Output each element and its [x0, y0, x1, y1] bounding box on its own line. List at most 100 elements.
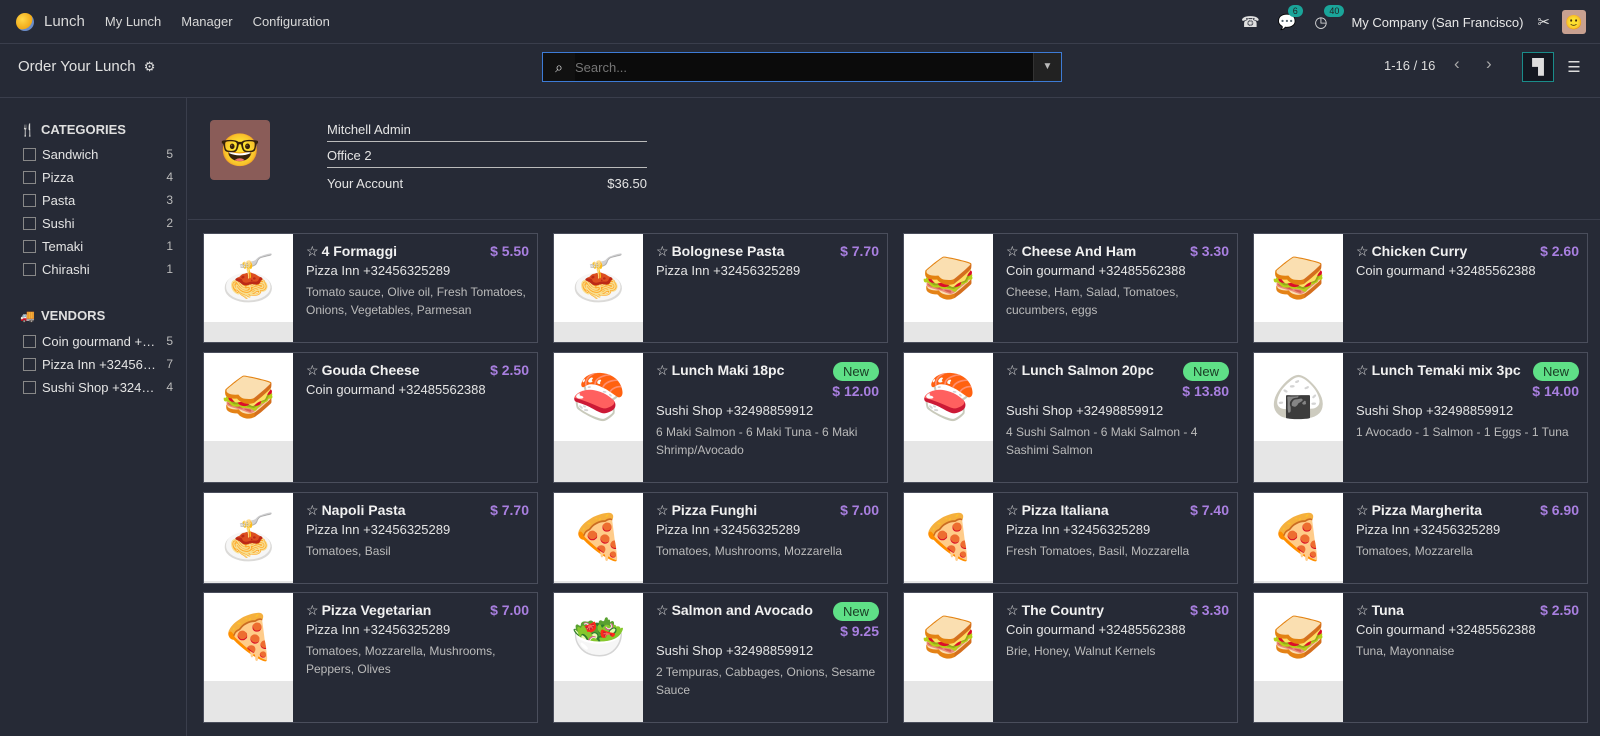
vendors-header: 🚚 VENDORS	[20, 308, 105, 323]
favorite-star-icon[interactable]: ☆	[1006, 502, 1019, 518]
category-filter-item[interactable]: Pizza 4	[23, 167, 173, 187]
checkbox[interactable]	[23, 147, 36, 161]
categories-header: 🍴 CATEGORIES	[20, 122, 126, 137]
company-switcher[interactable]: My Company (San Francisco)	[1351, 15, 1523, 30]
product-card[interactable]: 🍣 ☆ Lunch Salmon 20pc New $ 13.80 Sushi Shop …	[903, 352, 1238, 483]
chat-icon[interactable]: 💬 6	[1278, 5, 1303, 31]
clock-icon[interactable]: ◷ 40	[1314, 5, 1345, 31]
favorite-star-icon[interactable]: ☆	[306, 602, 319, 618]
pager-previous-icon[interactable]: ‹	[1454, 54, 1460, 74]
product-card[interactable]: 🥪 ☆ Chicken Curry $ 2.60 Coin gourmand +3248…	[1253, 233, 1588, 343]
product-price: $ 2.50	[490, 362, 529, 378]
favorite-star-icon[interactable]: ☆	[656, 362, 669, 378]
list-view-button[interactable]: ☰	[1558, 52, 1590, 82]
product-header: ☆ Pizza Italiana $ 7.40	[1006, 502, 1229, 519]
favorite-star-icon[interactable]: ☆	[1356, 362, 1369, 378]
checkbox[interactable]	[23, 239, 36, 253]
search-input[interactable]	[575, 53, 1033, 81]
category-filter-item[interactable]: Pasta 3	[23, 190, 173, 210]
product-price: $ 13.80	[1182, 383, 1229, 399]
favorite-star-icon[interactable]: ☆	[1356, 502, 1369, 518]
product-card[interactable]: 🥗 ☆ Salmon and Avocado New $ 9.25 Sushi Shop …	[553, 592, 888, 723]
product-header: ☆ Tuna $ 2.50	[1356, 602, 1579, 619]
user-avatar[interactable]: 🙂	[1562, 10, 1586, 34]
vendor-filter-item[interactable]: Coin gourmand +32485562388 5	[23, 331, 173, 351]
checkbox[interactable]	[23, 216, 36, 230]
favorite-star-icon[interactable]: ☆	[1006, 602, 1019, 618]
product-card[interactable]: 🍝 ☆ Bolognese Pasta $ 7.70 Pizza Inn +324563…	[553, 233, 888, 343]
product-image-frame: 🥪	[1254, 234, 1343, 342]
product-details: ☆ The Country $ 3.30 Coin gourmand +3248556…	[1006, 602, 1229, 660]
pager-next-icon[interactable]: ›	[1486, 54, 1492, 74]
favorite-star-icon[interactable]: ☆	[1356, 602, 1369, 618]
category-filter-item[interactable]: Chirashi 1	[23, 259, 173, 279]
product-card[interactable]: 🍕 ☆ Pizza Vegetarian $ 7.00 Pizza Inn +32456…	[203, 592, 538, 723]
pasta-icon: 🍝	[554, 234, 643, 322]
favorite-star-icon[interactable]: ☆	[656, 602, 669, 618]
phone-icon[interactable]: ☎	[1241, 13, 1260, 31]
product-card[interactable]: 🍕 ☆ Pizza Margherita $ 6.90 Pizza Inn +32456…	[1253, 492, 1588, 584]
filter-label: Temaki	[42, 238, 84, 254]
price-column: $ 7.70	[490, 502, 529, 519]
checkbox[interactable]	[23, 170, 36, 184]
product-header: ☆ Chicken Curry $ 2.60	[1356, 243, 1579, 260]
menu-manager[interactable]: Manager	[181, 14, 232, 29]
menu-configuration[interactable]: Configuration	[253, 14, 330, 29]
category-filter-item[interactable]: Sandwich 5	[23, 144, 173, 164]
filter-label: Pizza	[42, 169, 74, 185]
user-info-panel: 🤓 Mitchell Admin Office 2 Your Account $…	[188, 98, 1600, 220]
category-filter-item[interactable]: Sushi 2	[23, 213, 173, 233]
menu-my-lunch[interactable]: My Lunch	[105, 14, 161, 29]
product-details: ☆ Cheese And Ham $ 3.30 Coin gourmand +3248…	[1006, 243, 1229, 319]
product-card[interactable]: 🍕 ☆ Pizza Italiana $ 7.40 Pizza Inn +3245632…	[903, 492, 1238, 584]
app-name[interactable]: Lunch	[44, 13, 85, 30]
favorite-star-icon[interactable]: ☆	[306, 362, 319, 378]
product-description: Brie, Honey, Walnut Kernels	[1006, 644, 1156, 658]
favorite-star-icon[interactable]: ☆	[1006, 243, 1019, 259]
user-location-field[interactable]: Office 2	[327, 146, 647, 168]
checkbox[interactable]	[23, 193, 36, 207]
vendor-filter-item[interactable]: Pizza Inn +32456325289 7	[23, 354, 173, 374]
price-column: $ 6.90	[1540, 502, 1579, 519]
kanban-view-button[interactable]: ▜	[1522, 52, 1554, 82]
product-name: The Country	[1021, 602, 1105, 618]
product-description: Tomato sauce, Olive oil, Fresh Tomatoes,…	[306, 285, 526, 317]
pager-value[interactable]: 1-16 / 16	[1384, 58, 1435, 73]
product-card[interactable]: 🥪 ☆ Gouda Cheese $ 2.50 Coin gourmand +32485…	[203, 352, 538, 483]
product-header: ☆ Bolognese Pasta $ 7.70	[656, 243, 879, 260]
product-image-frame: 🍕	[1254, 493, 1343, 583]
favorite-star-icon[interactable]: ☆	[1356, 243, 1369, 259]
favorite-star-icon[interactable]: ☆	[306, 243, 319, 259]
product-card[interactable]: 🥪 ☆ Cheese And Ham $ 3.30 Coin gourmand +324…	[903, 233, 1238, 343]
checkbox[interactable]	[23, 380, 36, 394]
favorite-star-icon[interactable]: ☆	[306, 502, 319, 518]
vendor-filter-item[interactable]: Sushi Shop +32498859912 4	[23, 377, 173, 397]
product-details: ☆ Pizza Margherita $ 6.90 Pizza Inn +324563…	[1356, 502, 1579, 560]
favorite-star-icon[interactable]: ☆	[656, 502, 669, 518]
product-card[interactable]: 🥪 ☆ The Country $ 3.30 Coin gourmand +324855…	[903, 592, 1238, 723]
product-card[interactable]: 🍣 ☆ Lunch Maki 18pc New $ 12.00 Sushi Shop +3…	[553, 352, 888, 483]
user-name-field[interactable]: Mitchell Admin	[327, 120, 647, 142]
favorite-star-icon[interactable]: ☆	[656, 243, 669, 259]
checkbox[interactable]	[23, 262, 36, 276]
product-details: ☆ Lunch Temaki mix 3pc New $ 14.00 Sushi Sho…	[1356, 362, 1579, 441]
app-logo-icon[interactable]	[16, 12, 34, 31]
checkbox[interactable]	[23, 357, 36, 371]
product-card[interactable]: 🍙 ☆ Lunch Temaki mix 3pc New $ 14.00 Sushi Sh…	[1253, 352, 1588, 483]
product-card[interactable]: 🍝 ☆ Napoli Pasta $ 7.70 Pizza Inn +324563252…	[203, 492, 538, 584]
product-vendor: Pizza Inn +32456325289	[656, 522, 801, 537]
product-card[interactable]: 🍕 ☆ Pizza Funghi $ 7.00 Pizza Inn +324563252…	[553, 492, 888, 584]
product-image-frame: 🥪	[1254, 593, 1343, 722]
price-column: $ 7.00	[840, 502, 879, 519]
favorite-star-icon[interactable]: ☆	[1006, 362, 1019, 378]
search-options-toggle[interactable]: ▼	[1033, 53, 1061, 81]
product-header: ☆ Lunch Maki 18pc New $ 12.00	[656, 362, 879, 400]
debug-tools-icon[interactable]: ✂	[1537, 13, 1550, 31]
gear-icon[interactable]: ⚙	[144, 59, 156, 74]
checkbox[interactable]	[23, 334, 36, 348]
product-card[interactable]: 🥪 ☆ Tuna $ 2.50 Coin gourmand +32485562388 Tu…	[1253, 592, 1588, 723]
product-header: ☆ Napoli Pasta $ 7.70	[306, 502, 529, 519]
main-content: 🤓 Mitchell Admin Office 2 Your Account $…	[188, 98, 1600, 736]
product-card[interactable]: 🍝 ☆ 4 Formaggi $ 5.50 Pizza Inn +32456325289…	[203, 233, 538, 343]
category-filter-item[interactable]: Temaki 1	[23, 236, 173, 256]
